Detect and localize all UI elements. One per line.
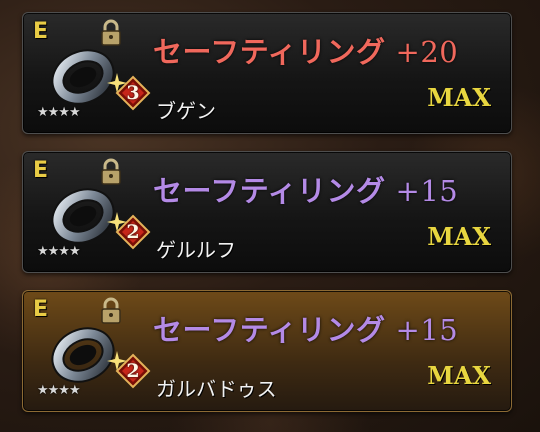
badge-number: 3 (126, 82, 140, 104)
rarity-stars: ★★★★ (37, 383, 81, 398)
rarity-stars: ★★★★ (37, 105, 81, 120)
max-status: MAX (427, 361, 491, 390)
lock-icon (101, 19, 121, 46)
lock-icon (101, 297, 121, 324)
item-name: セーフティリング +15 (153, 168, 458, 210)
owner-name: ガルバドゥス (156, 377, 277, 401)
item-name-text: セーフティリング (153, 174, 386, 208)
grade-label: E (33, 158, 49, 183)
item-name-text: セーフティリング (153, 313, 386, 347)
item-list: E 3 ★★★★ セーフティリング +20 ブゲン MAX E 2 ★★★★ セ… (22, 12, 512, 429)
item-plus-value: +20 (395, 35, 459, 69)
level-badge: 2 (115, 353, 151, 389)
owner-name: ブゲン (156, 99, 216, 123)
item-card[interactable]: E 2 ★★★★ セーフティリング +15 ゲルルフ MAX (22, 151, 512, 273)
item-name-text: セーフティリング (153, 35, 386, 69)
badge-number: 2 (126, 360, 140, 382)
item-name: セーフティリング +20 (153, 29, 458, 71)
item-card-selected[interactable]: E 2 ★★★★ セーフティリング +15 ガルバドゥス MAX (22, 290, 512, 412)
item-plus-value: +15 (395, 174, 459, 208)
lock-icon (101, 158, 121, 185)
item-plus-value: +15 (395, 313, 459, 347)
owner-name: ゲルルフ (156, 238, 236, 262)
grade-label: E (33, 297, 49, 322)
max-status: MAX (427, 222, 491, 251)
level-badge: 2 (115, 214, 151, 250)
max-status: MAX (427, 83, 491, 112)
item-card[interactable]: E 3 ★★★★ セーフティリング +20 ブゲン MAX (22, 12, 512, 134)
rarity-stars: ★★★★ (37, 244, 81, 259)
item-name: セーフティリング +15 (153, 307, 458, 349)
grade-label: E (33, 19, 49, 44)
badge-number: 2 (126, 221, 140, 243)
level-badge: 3 (115, 75, 151, 111)
